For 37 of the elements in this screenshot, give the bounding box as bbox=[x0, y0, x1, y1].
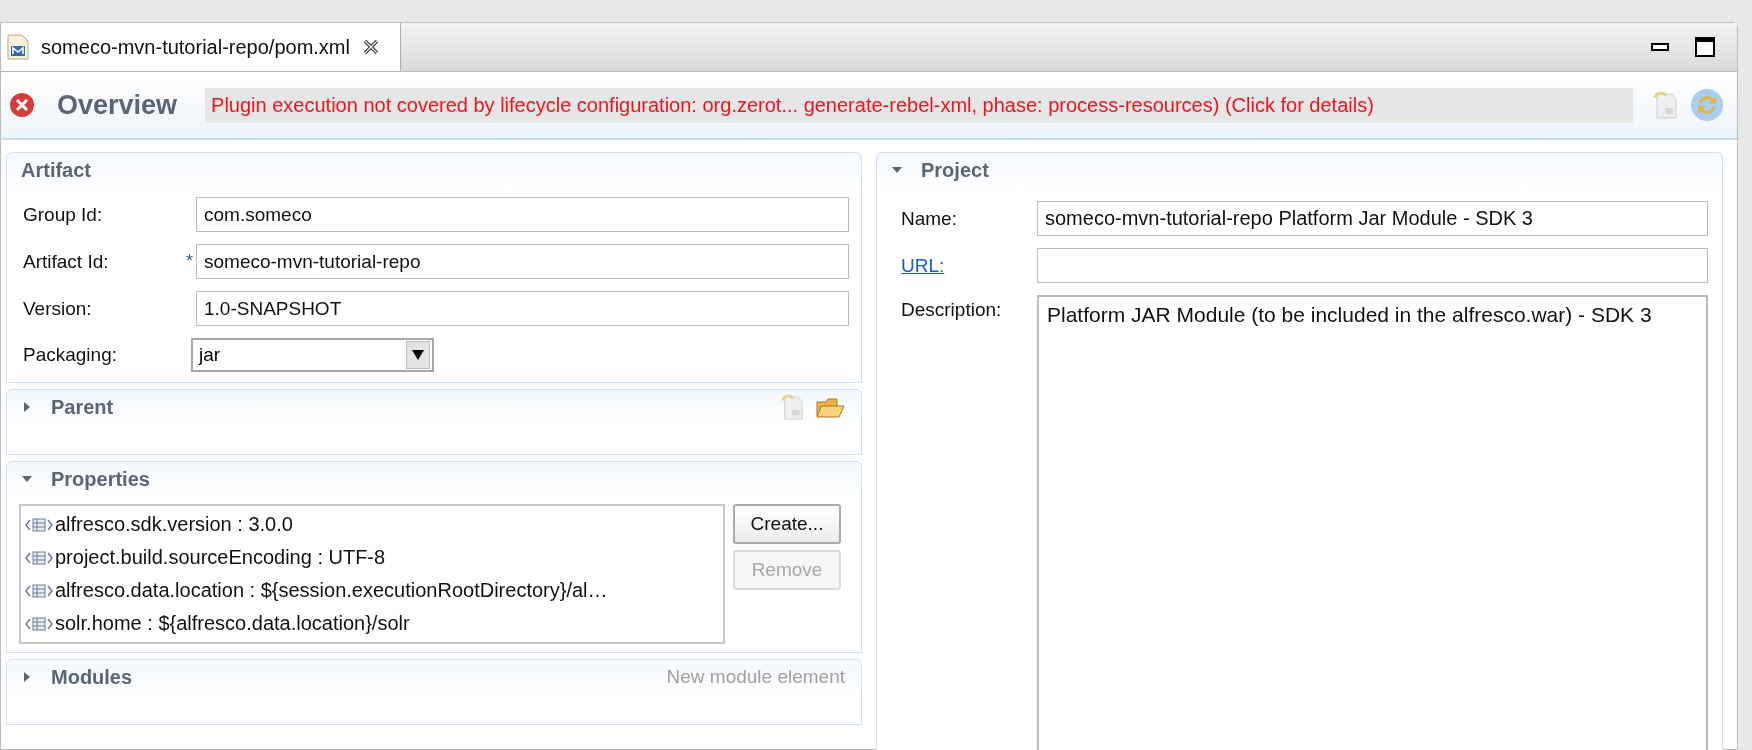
field-label: Packaging: bbox=[23, 344, 118, 366]
tab-label: someco-mvn-tutorial-repo/pom.xml bbox=[41, 35, 350, 59]
text-field[interactable]: com.someco bbox=[196, 197, 849, 232]
url-link[interactable]: URL: bbox=[901, 254, 1037, 277]
property-item[interactable]: project.build.sourceEncoding : UTF-8 bbox=[55, 546, 386, 569]
text-field[interactable]: someco-mvn-tutorial-repo Platform Jar Module - SDK 3 bbox=[1037, 201, 1708, 236]
field-label: Version: bbox=[23, 297, 93, 320]
text-field[interactable]: someco-mvn-tutorial-repo bbox=[196, 244, 849, 279]
field-label: Group Id: bbox=[23, 203, 104, 226]
text-field[interactable]: 1.0-SNAPSHOT bbox=[196, 291, 849, 326]
packaging-dropdown[interactable]: jar bbox=[191, 338, 434, 372]
page-title: Overview bbox=[57, 89, 178, 121]
property-icon bbox=[25, 516, 53, 533]
required-marker: * bbox=[186, 251, 193, 271]
dropdown-arrow-icon[interactable] bbox=[406, 341, 430, 369]
field-label: Name: bbox=[901, 207, 958, 230]
maximize-icon[interactable] bbox=[1695, 37, 1715, 57]
field-label: Description: bbox=[901, 298, 1003, 321]
text-field[interactable] bbox=[1037, 248, 1708, 283]
create-button[interactable]: Create... bbox=[733, 504, 841, 544]
section-title: Project bbox=[921, 158, 989, 182]
minimize-icon[interactable] bbox=[1651, 42, 1669, 52]
section-title: Modules bbox=[51, 665, 133, 689]
property-item[interactable]: solr.home : ${alfresco.data.location}/solr bbox=[55, 612, 410, 635]
property-item[interactable]: alfresco.data.location : ${session.executionRootDirectory}/al… bbox=[55, 579, 608, 602]
property-icon bbox=[25, 549, 53, 566]
close-icon[interactable] bbox=[362, 38, 380, 56]
section-title: Parent bbox=[51, 395, 114, 419]
property-item[interactable]: alfresco.sdk.version : 3.0.0 bbox=[55, 513, 293, 536]
property-icon bbox=[25, 615, 53, 632]
section-title: Properties bbox=[51, 467, 150, 491]
description-field[interactable]: Platform JAR Module (to be included in the alfresco.war) - SDK 3 bbox=[1037, 295, 1708, 750]
editor-tab[interactable]: someco-mvn-tutorial-repo/pom.xml bbox=[1, 23, 401, 71]
pom-file-icon bbox=[7, 34, 29, 60]
property-icon bbox=[25, 582, 53, 599]
section-title: Artifact bbox=[21, 158, 91, 182]
field-label: Artifact Id: bbox=[23, 250, 110, 273]
